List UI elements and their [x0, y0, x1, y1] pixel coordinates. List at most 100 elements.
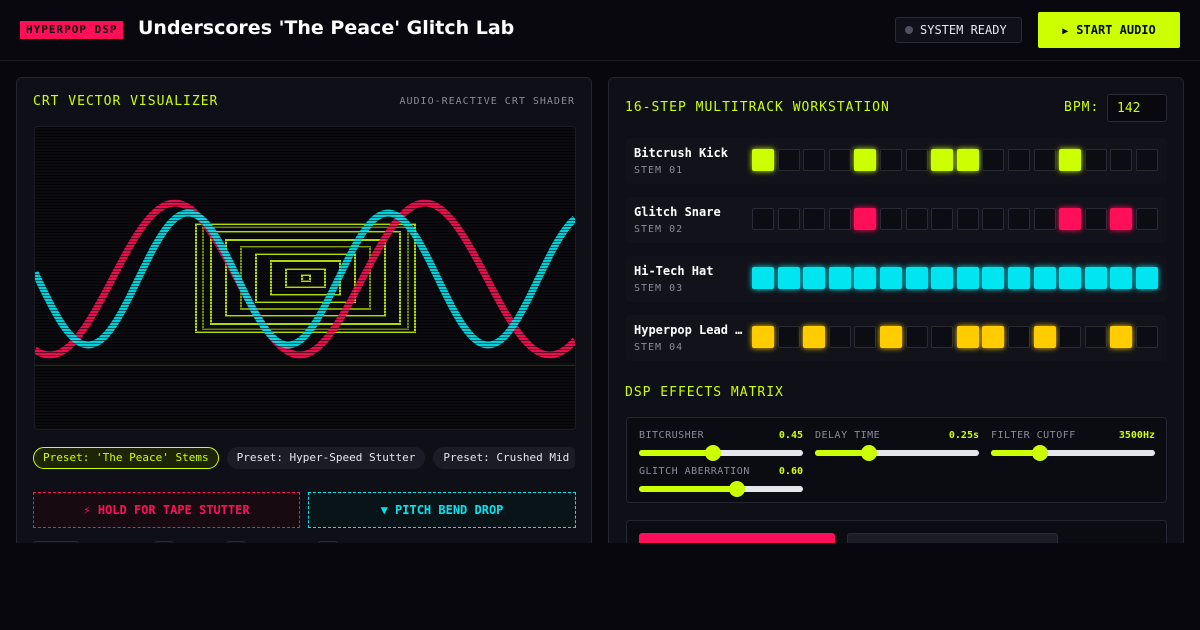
preset-chip-hyper-speed[interactable]: Preset: Hyper-Speed Stutter: [226, 447, 426, 469]
brand-badge: HYPERPOP DSP: [20, 21, 124, 39]
sequencer-title: 16-STEP MULTITRACK WORKSTATION: [625, 100, 890, 115]
effect-value: 0.60: [778, 466, 803, 477]
step-button-active[interactable]: [1110, 267, 1133, 289]
step-button-active[interactable]: [1110, 208, 1133, 230]
start-audio-label: START AUDIO: [1076, 23, 1156, 37]
track-stem-label: STEM 04: [634, 342, 684, 353]
step-button[interactable]: [1136, 208, 1158, 230]
step-button[interactable]: [931, 326, 954, 348]
step-button[interactable]: [1084, 149, 1107, 171]
step-button-active[interactable]: [956, 326, 979, 348]
start-audio-button[interactable]: ▶ START AUDIO: [1038, 12, 1180, 48]
step-button-active[interactable]: [752, 267, 774, 289]
app-header: HYPERPOP DSP Underscores 'The Peace' Gli…: [0, 0, 1200, 61]
effect-slider-thumb[interactable]: [1032, 445, 1049, 461]
step-button[interactable]: [1033, 208, 1056, 230]
step-button-active[interactable]: [1059, 267, 1082, 289]
step-button-active[interactable]: [1008, 267, 1030, 289]
step-button[interactable]: [828, 208, 851, 230]
step-button[interactable]: [905, 326, 928, 348]
step-button-active[interactable]: [931, 267, 954, 289]
step-button[interactable]: [777, 326, 800, 348]
crt-visualizer-screen[interactable]: [34, 126, 576, 430]
step-button[interactable]: [982, 149, 1005, 171]
preset-chip-the-peace[interactable]: Preset: 'The Peace' Stems: [33, 447, 219, 469]
step-button-active[interactable]: [828, 267, 851, 289]
step-button[interactable]: [777, 208, 800, 230]
step-button-active[interactable]: [1033, 267, 1056, 289]
effect-slider-thumb[interactable]: [704, 445, 721, 461]
step-button[interactable]: [828, 149, 851, 171]
pitch-bend-drop-button[interactable]: ▼ PITCH BEND DROP: [308, 492, 576, 528]
step-button[interactable]: [1008, 149, 1030, 171]
step-button-active[interactable]: [956, 267, 979, 289]
step-button-active[interactable]: [880, 326, 902, 348]
step-button[interactable]: [1110, 149, 1133, 171]
preset-list: Preset: 'The Peace' Stems Preset: Hyper-S…: [33, 446, 575, 470]
tape-stutter-button[interactable]: ⚡ HOLD FOR TAPE STUTTER: [33, 492, 300, 528]
step-button[interactable]: [1059, 326, 1082, 348]
crt-visualizer-graphic: [35, 127, 575, 429]
step-button[interactable]: [880, 149, 902, 171]
step-button[interactable]: [1033, 149, 1056, 171]
effect-slider-thumb[interactable]: [729, 481, 746, 497]
step-button-active[interactable]: [803, 267, 826, 289]
step-button[interactable]: [905, 208, 928, 230]
step-button[interactable]: [752, 208, 774, 230]
step-button[interactable]: [803, 208, 826, 230]
step-button-active[interactable]: [854, 208, 877, 230]
track-name: Hyperpop Lead Synth: [634, 323, 746, 337]
step-button[interactable]: [1008, 326, 1030, 348]
step-button[interactable]: [956, 208, 979, 230]
step-button[interactable]: [1136, 326, 1158, 348]
step-button-active[interactable]: [1110, 326, 1133, 348]
step-button-active[interactable]: [931, 149, 954, 171]
track-row: Glitch Snare STEM 02: [626, 197, 1167, 243]
track-stem-label: STEM 02: [634, 224, 684, 235]
bpm-input[interactable]: [1107, 94, 1167, 122]
effect-slider[interactable]: [815, 445, 979, 461]
play-icon: ▶: [1062, 26, 1069, 37]
step-button-active[interactable]: [854, 267, 877, 289]
effect-slider[interactable]: [991, 445, 1155, 461]
effect-label: DELAY TIME: [815, 430, 881, 441]
step-button-active[interactable]: [880, 267, 902, 289]
system-status-indicator: SYSTEM READY: [895, 17, 1022, 43]
step-button[interactable]: [1084, 326, 1107, 348]
step-button[interactable]: [803, 149, 826, 171]
step-button-active[interactable]: [982, 267, 1005, 289]
effect-slider-thumb[interactable]: [861, 445, 878, 461]
step-button-active[interactable]: [1033, 326, 1056, 348]
step-button[interactable]: [931, 208, 954, 230]
track-row: Bitcrush Kick STEM 01: [626, 138, 1167, 184]
step-button[interactable]: [1136, 149, 1158, 171]
step-button-active[interactable]: [803, 326, 826, 348]
step-button-active[interactable]: [1084, 267, 1107, 289]
step-button[interactable]: [777, 149, 800, 171]
step-button-active[interactable]: [752, 149, 774, 171]
step-button[interactable]: [880, 208, 902, 230]
effect-slider-fill: [639, 486, 738, 492]
step-button[interactable]: [1084, 208, 1107, 230]
effect-label: FILTER CUTOFF: [991, 430, 1076, 441]
step-button-active[interactable]: [854, 149, 877, 171]
step-button[interactable]: [854, 326, 877, 348]
step-button-active[interactable]: [956, 149, 979, 171]
step-button[interactable]: [828, 326, 851, 348]
step-button[interactable]: [982, 208, 1005, 230]
track-name: Glitch Snare: [634, 205, 721, 219]
effects-matrix: BITCRUSHER 0.45 DELAY TIME 0.25s FILTER CUTO…: [626, 417, 1167, 503]
step-button-active[interactable]: [777, 267, 800, 289]
step-button-active[interactable]: [1136, 267, 1158, 289]
step-button-active[interactable]: [905, 267, 928, 289]
step-button-active[interactable]: [982, 326, 1005, 348]
effect-slider[interactable]: [639, 445, 803, 461]
step-button-active[interactable]: [752, 326, 774, 348]
preset-chip-crushed-mid[interactable]: Preset: Crushed Mid: [433, 447, 575, 469]
step-button-active[interactable]: [1059, 208, 1082, 230]
step-button[interactable]: [1008, 208, 1030, 230]
step-button-active[interactable]: [1059, 149, 1082, 171]
effect-slider[interactable]: [639, 481, 803, 497]
step-button[interactable]: [905, 149, 928, 171]
effect-slider-fill: [639, 450, 713, 456]
